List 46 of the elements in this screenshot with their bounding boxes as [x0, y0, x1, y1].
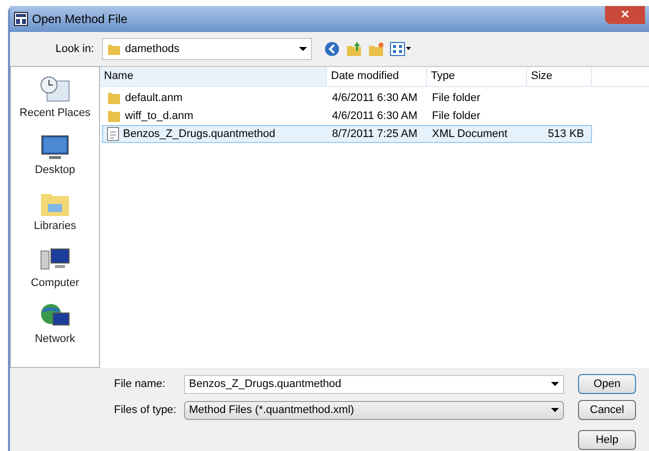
type-cell-text: File folder	[431, 90, 482, 106]
look-in-value: damethods	[125, 42, 180, 57]
file-name-label: File name:	[114, 376, 166, 392]
view-menu-icon[interactable]	[390, 42, 412, 56]
up-folder-icon[interactable]	[346, 41, 362, 57]
dropdown-arrow-icon	[551, 382, 559, 386]
window-title: Open Method File	[32, 11, 128, 28]
app-icon	[14, 12, 28, 26]
folder-icon	[107, 91, 121, 105]
file-row[interactable]: Benzos_Z_Drugs.quantmethod 8/7/2011 7:25 AM XML Document 513 KB	[102, 125, 592, 143]
file-name-cell-text: wiff_to_d.anm	[125, 108, 194, 124]
dialog-button[interactable]: Help	[578, 430, 636, 450]
file-name-cell-text: default.anm	[125, 90, 182, 106]
dropdown-arrow-icon	[299, 47, 307, 51]
file-row[interactable]: wiff_to_d.anm 4/6/2011 6:30 AM File folder	[102, 107, 592, 125]
look-in-dropdown[interactable]: damethods	[102, 38, 312, 60]
close-button[interactable]: ✕	[605, 6, 645, 24]
folder-icon	[107, 42, 121, 56]
type-cell-text: XML Document	[431, 126, 508, 142]
date-cell-text: 8/7/2011 7:25 AM	[331, 126, 418, 142]
place-item[interactable]: Network	[34, 331, 76, 348]
new-folder-icon[interactable]	[368, 41, 384, 57]
column-header[interactable]: Size	[527, 67, 592, 86]
file-name-cell-text: Benzos_Z_Drugs.quantmethod	[123, 126, 276, 142]
dropdown-arrow-icon	[551, 408, 559, 412]
back-icon[interactable]	[324, 41, 340, 57]
file-row[interactable]: default.anm 4/6/2011 6:30 AM File folder	[102, 89, 592, 107]
date-cell-text: 4/6/2011 6:30 AM	[331, 90, 418, 106]
place-item[interactable]: Desktop	[34, 162, 76, 178]
folder-icon	[107, 109, 121, 123]
place-item[interactable]: Computer	[30, 274, 80, 291]
dialog-button[interactable]: Cancel	[578, 400, 636, 420]
column-header[interactable]: Date modified	[327, 67, 427, 86]
column-header[interactable]: Type	[427, 67, 527, 86]
type-cell-text: File folder	[431, 108, 482, 124]
dialog-button[interactable]: Open	[578, 374, 636, 394]
place-item[interactable]: Recent Places	[20, 105, 90, 122]
file-type-dropdown[interactable]: Method Files (*.quantmethod.xml)	[184, 400, 564, 420]
date-cell-text: 4/6/2011 6:30 AM	[331, 108, 418, 124]
place-item[interactable]: Libraries	[34, 218, 76, 234]
file-name-field[interactable]: Benzos_Z_Drugs.quantmethod	[184, 374, 564, 394]
size-cell-text: 513 KB	[546, 126, 585, 142]
file-type-label: Files of type:	[114, 402, 178, 418]
column-header[interactable]: Name	[100, 67, 327, 86]
look-in-label: Look in:	[54, 42, 95, 57]
document-icon	[107, 127, 119, 141]
